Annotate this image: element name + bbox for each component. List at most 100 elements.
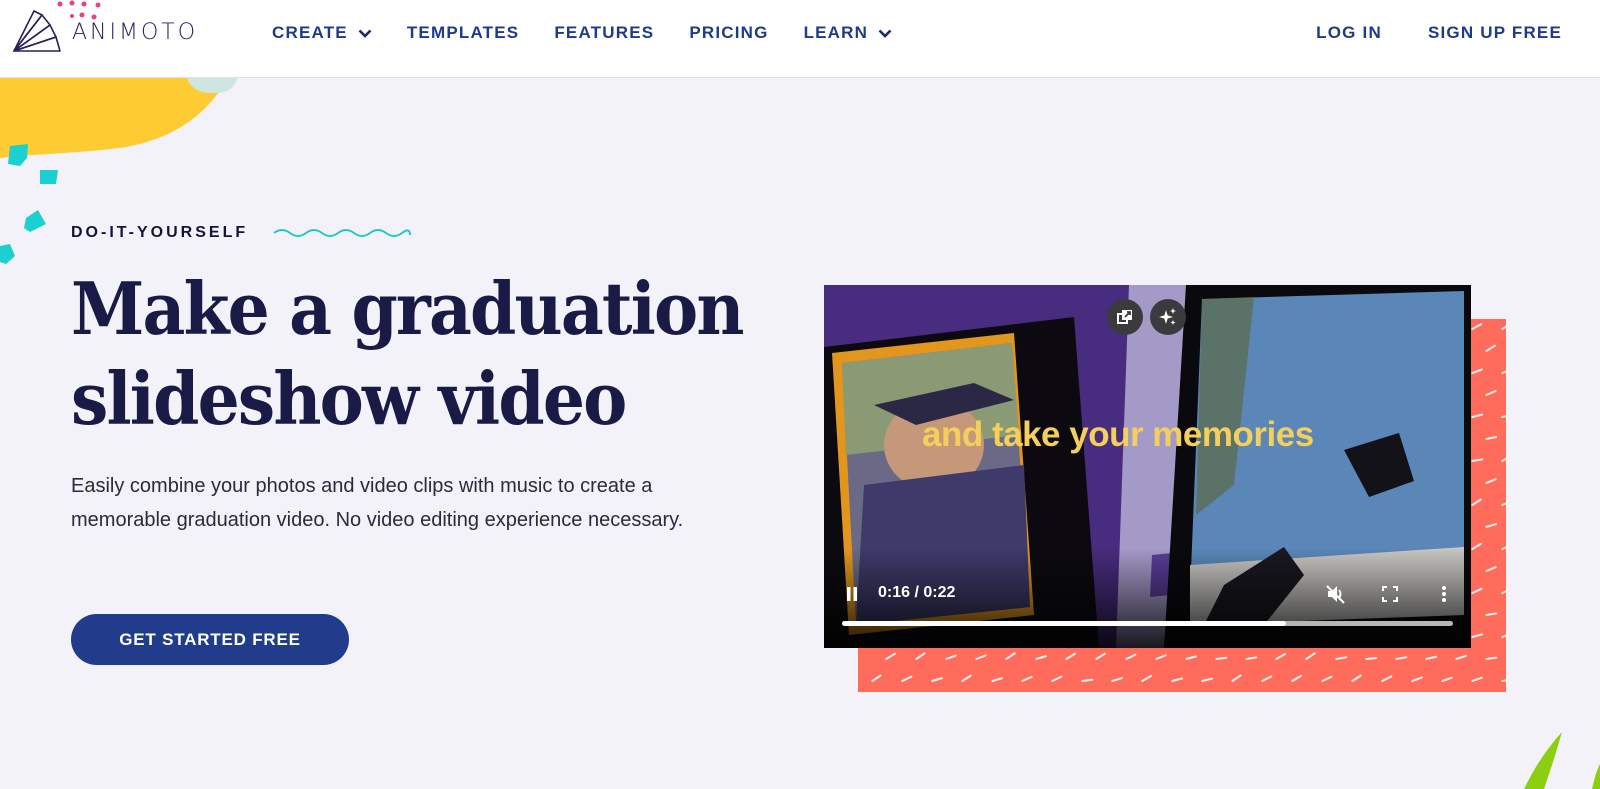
feather-mark (1485, 344, 1496, 352)
picture-in-picture-icon (1117, 310, 1132, 324)
feather-mark (1501, 370, 1506, 374)
feather-mark (1065, 652, 1076, 660)
feather-mark (1141, 674, 1153, 682)
decorative-squiggle (273, 229, 412, 237)
feather-mark (1381, 675, 1393, 682)
video-progress-fill (842, 621, 1287, 626)
nav-templates-label: TEMPLATES (406, 23, 520, 42)
feather-mark (1501, 325, 1506, 330)
nav-pricing[interactable]: PRICING (689, 23, 768, 43)
decorative-teal-flecks (0, 144, 58, 264)
feather-mark (871, 674, 882, 682)
feather-mark (1501, 634, 1506, 638)
get-started-free-button[interactable]: GET STARTED FREE (71, 614, 349, 665)
feather-mark (1471, 368, 1483, 374)
feather-mark (1021, 675, 1033, 682)
feather-mark (1155, 654, 1167, 660)
feather-mark (1035, 655, 1047, 660)
feather-mark (1501, 546, 1506, 550)
feather-mark (975, 654, 987, 660)
nav-learn[interactable]: LEARN (804, 23, 893, 43)
feather-mark (1245, 656, 1258, 660)
feather-mark (1305, 652, 1316, 660)
fullscreen-icon (1382, 586, 1398, 602)
fullscreen-button[interactable] (1379, 583, 1401, 605)
feather-mark (1411, 676, 1423, 682)
feather-mark (1485, 478, 1497, 484)
muted-volume-icon (1326, 585, 1345, 604)
feather-mark (1471, 413, 1484, 418)
feather-mark (1501, 415, 1506, 418)
feather-mark (1501, 590, 1506, 594)
feather-mark (1471, 323, 1483, 330)
feather-mark (1471, 633, 1484, 638)
picture-in-picture-button[interactable] (1107, 299, 1143, 335)
feather-mark (1455, 654, 1467, 660)
animoto-fan-icon (13, 10, 61, 52)
animoto-logo[interactable]: ANIMOTO (12, 8, 198, 56)
feather-mark (1501, 502, 1506, 506)
feather-mark (991, 677, 1003, 682)
feather-mark (1425, 655, 1438, 660)
sparkle-button[interactable] (1150, 299, 1186, 335)
feather-mark (1095, 652, 1106, 660)
pause-icon (847, 587, 857, 601)
feather-mark (1335, 656, 1348, 660)
feather-mark (1005, 652, 1016, 660)
account-nav: LOG IN SIGN UP FREE (1270, 20, 1562, 46)
feather-mark (1395, 656, 1408, 660)
page-headline: Make a graduation slideshow video (71, 264, 745, 444)
feather-mark (1471, 458, 1484, 462)
nav-create[interactable]: CREATE (272, 23, 372, 43)
feather-mark (1215, 656, 1228, 660)
site-header: ANIMOTO CREATE TEMPLATES FEATURES PRICIN… (0, 0, 1600, 78)
pause-button[interactable] (842, 583, 862, 605)
more-options-button[interactable] (1434, 583, 1454, 605)
feather-mark (1185, 655, 1198, 660)
eyebrow-row: DO-IT-YOURSELF (71, 224, 412, 242)
nav-pricing-label: PRICING (689, 23, 769, 42)
video-progress-bar[interactable] (842, 621, 1453, 626)
video-caption: and take your memories (922, 415, 1314, 454)
headline-line-1: Make a graduation (71, 266, 745, 351)
feather-mark (1471, 498, 1482, 506)
feather-mark (1261, 675, 1273, 682)
feather-mark (1501, 457, 1506, 462)
chevron-down-icon (878, 29, 892, 38)
feather-mark (1485, 390, 1497, 396)
feather-mark (1471, 587, 1483, 594)
feather-mark (1111, 677, 1123, 682)
feather-mark (915, 652, 926, 660)
nav-learn-label: LEARN (803, 23, 869, 42)
chevron-down-icon (358, 29, 372, 38)
feather-mark (961, 674, 972, 682)
eyebrow-label: DO-IT-YOURSELF (71, 224, 249, 241)
nav-features-label: FEATURES (554, 23, 655, 42)
feather-mark (1485, 656, 1498, 660)
feather-mark (1471, 542, 1482, 550)
feather-mark (1351, 674, 1362, 682)
feather-mark (1171, 677, 1184, 682)
mute-button[interactable] (1324, 583, 1348, 605)
video-player[interactable]: and take your memories 0:16 / 0:22 (824, 285, 1471, 648)
feather-mark (1485, 523, 1497, 528)
login-link[interactable]: LOG IN (1316, 23, 1382, 43)
nav-features[interactable]: FEATURES (554, 23, 654, 43)
nav-templates[interactable]: TEMPLATES (407, 23, 520, 43)
feather-mark (1485, 435, 1498, 440)
more-vertical-icon (1442, 586, 1446, 602)
feather-mark (1051, 675, 1063, 682)
video-time-display: 0:16 / 0:22 (878, 584, 956, 601)
feather-mark (1365, 656, 1378, 660)
feather-mark (1321, 675, 1333, 682)
headline-line-2: slideshow video (71, 356, 627, 441)
feather-mark (901, 675, 913, 682)
feather-mark (885, 652, 896, 660)
feather-mark (1201, 677, 1214, 682)
sparkle-icon (1159, 308, 1176, 325)
feather-mark (1471, 676, 1483, 682)
feather-mark (1485, 566, 1497, 572)
signup-link[interactable]: SIGN UP FREE (1428, 23, 1562, 43)
feather-mark (1441, 676, 1453, 682)
nav-create-label: CREATE (272, 23, 348, 42)
